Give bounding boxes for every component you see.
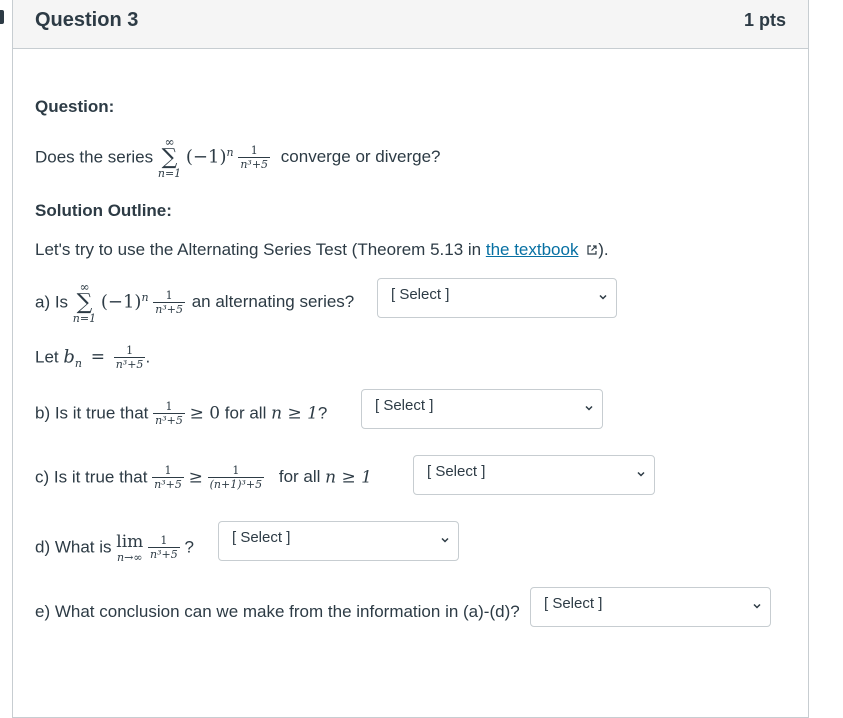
bn-denominator: n³+5: [115, 358, 144, 371]
series-exponent: n: [226, 145, 234, 159]
part-b-select[interactable]: [ Select ]: [361, 389, 603, 429]
question-label: Question:: [35, 97, 115, 116]
part-b-numerator: 1: [153, 401, 185, 414]
part-c-select[interactable]: [ Select ]: [413, 455, 655, 495]
bn-fraction: 1 n³+5: [113, 345, 146, 371]
part-d-numerator: 1: [148, 535, 180, 548]
part-c-numerator-left: 1: [152, 465, 184, 478]
part-d-prefix: d) What is: [35, 537, 112, 557]
part-c-prefix: c) Is it true that: [35, 467, 148, 487]
let-bn-line: Let bn = 1 n³+5 .: [35, 345, 151, 372]
part-c-for-all: for all: [278, 467, 321, 487]
series-term: (−1): [185, 146, 227, 168]
part-c-relation: ≥: [188, 467, 203, 488]
part-a-select-value: [ Select ]: [391, 286, 450, 303]
limit-word: lim: [116, 532, 144, 552]
part-c-numerator-right: 1: [207, 465, 265, 478]
question-marker: [0, 10, 4, 24]
prompt-line: Does the series ∞ ∑ n=1 (−1)n 1 n³+5 con…: [35, 136, 441, 180]
part-b-prefix: b) Is it true that: [35, 403, 149, 423]
series-exponent-a: n: [141, 290, 149, 304]
sigma-notation: ∞ ∑ n=1: [158, 136, 181, 180]
part-b-for-all: for all: [224, 403, 267, 423]
part-b-denominator: n³+5: [155, 414, 183, 427]
chevron-down-icon: [599, 294, 607, 300]
bn-subscript: n: [74, 356, 82, 370]
part-e-line: e) What conclusion can we make from the …: [35, 602, 520, 621]
part-a-line: a) Is ∞ ∑ n=1 (−1)n 1 n³+5 an alternatin…: [35, 281, 354, 325]
part-c-denominator-left: n³+5: [154, 478, 182, 491]
bn-equals: =: [90, 347, 105, 368]
bn-numerator: 1: [113, 345, 146, 358]
chevron-down-icon: [585, 405, 593, 411]
chevron-down-icon: [637, 471, 645, 477]
part-c-fraction-left: 1 n³+5: [152, 465, 184, 491]
part-e-select[interactable]: [ Select ]: [530, 587, 771, 627]
textbook-link[interactable]: the textbook: [486, 240, 579, 259]
bn-period: .: [145, 347, 151, 367]
fraction-denominator-a: n³+5: [155, 303, 183, 316]
part-d-denominator: n³+5: [150, 548, 178, 561]
part-d-select-value: [ Select ]: [232, 529, 291, 546]
part-a-select[interactable]: [ Select ]: [377, 278, 617, 318]
question-title: Question 3: [35, 9, 139, 31]
let-prefix: Let: [35, 347, 59, 367]
part-b-line: b) Is it true that 1 n³+5 ≥ 0 for all n …: [35, 401, 328, 428]
part-c-select-value: [ Select ]: [427, 463, 486, 480]
part-d-line: d) What is lim n→∞ 1 n³+5 ?: [35, 532, 194, 564]
fraction-numerator-a: 1: [153, 290, 185, 303]
part-c-denominator-right: (n+1)³+5: [209, 478, 263, 491]
series-term-a: (−1): [100, 291, 142, 313]
part-d-select[interactable]: [ Select ]: [218, 521, 459, 561]
fraction-numerator: 1: [238, 145, 271, 158]
external-link-icon: [587, 245, 597, 255]
fraction-denominator: n³+5: [240, 158, 269, 171]
question-points: 1 pts: [743, 10, 786, 30]
part-b-select-value: [ Select ]: [375, 397, 434, 414]
series-fraction-a: 1 n³+5: [153, 290, 185, 316]
part-d-question: ?: [184, 537, 194, 557]
part-b-question: ?: [317, 403, 328, 423]
sigma-lower-a: n=1: [72, 312, 97, 325]
question-header: Question 3 1 pts: [13, 0, 808, 49]
part-c-condition: n ≥ 1: [325, 467, 372, 488]
sigma-notation-a: ∞ ∑ n=1: [73, 281, 96, 325]
chevron-down-icon: [441, 537, 449, 543]
part-b-condition: n ≥ 1: [271, 403, 318, 424]
sigma-symbol-a: ∑: [76, 290, 93, 315]
part-d-fraction: 1 n³+5: [148, 535, 180, 561]
intro-line: Let's try to use the Alternating Series …: [35, 240, 609, 260]
part-c-line: c) Is it true that 1 n³+5 ≥ 1 (n+1)³+5 f…: [35, 465, 372, 492]
prompt-prefix: Does the series: [35, 147, 154, 167]
part-b-relation: ≥ 0: [189, 403, 221, 424]
part-a-suffix: an alternating series?: [191, 292, 355, 312]
intro-text: Let's try to use the Alternating Series …: [35, 240, 482, 259]
sigma-lower: n=1: [157, 167, 182, 180]
chevron-down-icon: [753, 603, 761, 609]
prompt-suffix: converge or diverge?: [280, 147, 441, 167]
limit-notation: lim n→∞: [116, 532, 143, 564]
part-a-prefix: a) Is: [35, 292, 69, 312]
sigma-symbol: ∑: [161, 145, 178, 170]
intro-end: ).: [598, 240, 609, 259]
limit-subscript: n→∞: [117, 551, 143, 564]
solution-label: Solution Outline:: [35, 201, 172, 220]
part-c-fraction-right: 1 (n+1)³+5: [207, 465, 265, 491]
part-e-select-value: [ Select ]: [544, 595, 603, 612]
bn-variable: b: [63, 346, 75, 368]
part-b-fraction: 1 n³+5: [153, 401, 185, 427]
series-fraction: 1 n³+5: [238, 145, 271, 171]
